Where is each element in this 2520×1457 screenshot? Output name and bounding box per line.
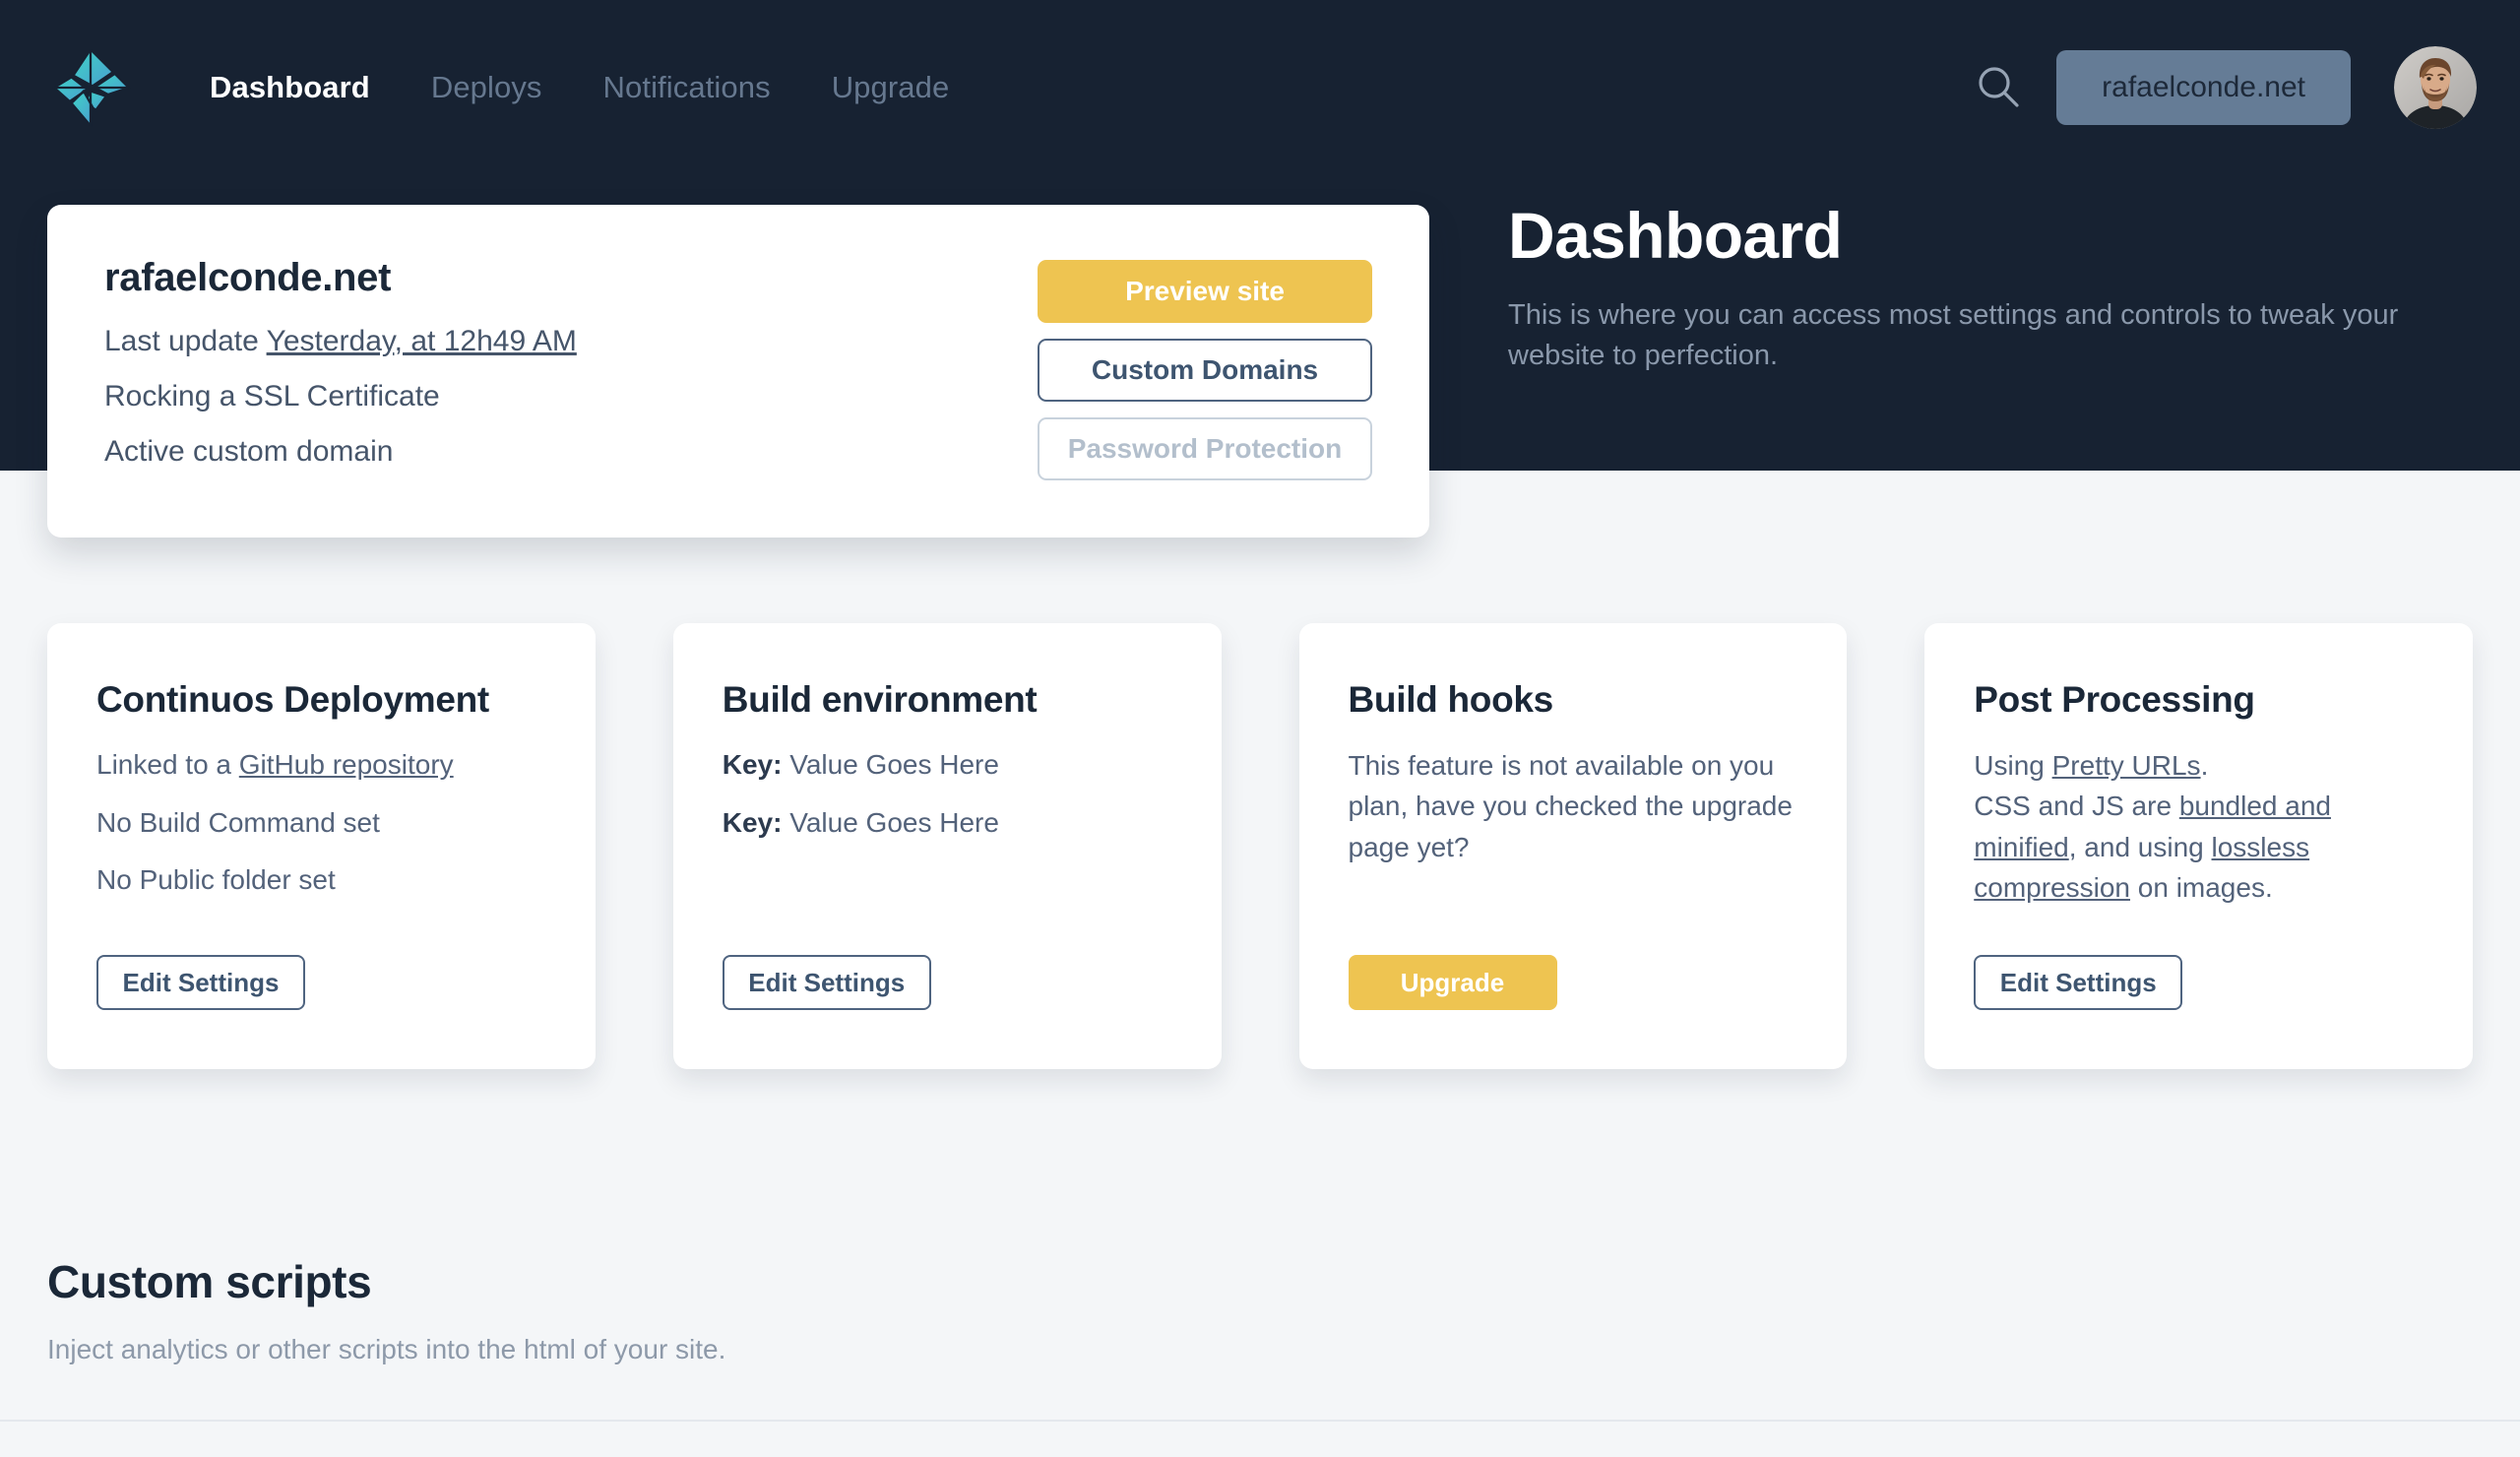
card-build-environment: Build environment Key: Value Goes Here K… bbox=[672, 623, 1222, 1069]
env-var-row: Key: Value Goes Here bbox=[723, 745, 1172, 786]
card-title: Post Processing bbox=[1974, 679, 2255, 720]
avatar[interactable] bbox=[2394, 46, 2477, 129]
build-hooks-message: This feature is not available on you pla… bbox=[1348, 749, 1793, 862]
site-overview-details: rafaelconde.net Last update Yesterday, a… bbox=[104, 256, 1038, 538]
pretty-urls-suffix: . bbox=[2200, 749, 2209, 781]
pretty-urls-line: Using Pretty URLs. bbox=[1974, 745, 2424, 786]
card-title: Build environment bbox=[722, 679, 1038, 720]
nav-item-notifications[interactable]: Notifications bbox=[573, 70, 801, 105]
card-body: Key: Value Goes Here Key: Value Goes Her… bbox=[723, 745, 1172, 1069]
site-overview-actions: Preview site Custom Domains Password Pro… bbox=[1038, 256, 1372, 538]
nav-item-dashboard[interactable]: Dashboard bbox=[179, 70, 401, 105]
ssl-status: Rocking a SSL Certificate bbox=[104, 380, 440, 413]
netlify-diamond-logo-icon[interactable] bbox=[45, 42, 136, 133]
edit-settings-button[interactable]: Edit Settings bbox=[96, 955, 305, 1010]
top-navbar: Dashboard Deploys Notifications Upgrade … bbox=[0, 0, 2520, 175]
custom-scripts-subtitle: Inject analytics or other scripts into t… bbox=[47, 1334, 726, 1364]
card-post-processing: Post Processing Using Pretty URLs. CSS a… bbox=[1924, 623, 2473, 1069]
nav-right-group: rafaelconde.net bbox=[1964, 46, 2477, 129]
password-protection-button: Password Protection bbox=[1038, 417, 1372, 480]
env-key: Key: bbox=[722, 748, 783, 780]
pretty-urls-link[interactable]: Pretty URLs bbox=[2052, 750, 2201, 781]
card-body: This feature is not available on you pla… bbox=[1349, 745, 1798, 1069]
last-update-prefix: Last update bbox=[104, 325, 267, 357]
site-selector-button[interactable]: rafaelconde.net bbox=[2056, 50, 2351, 125]
custom-scripts-title: Custom scripts bbox=[47, 1256, 372, 1307]
preview-site-button[interactable]: Preview site bbox=[1038, 260, 1372, 323]
nav-item-upgrade[interactable]: Upgrade bbox=[801, 70, 980, 105]
pretty-urls-prefix: Using bbox=[1974, 749, 2052, 781]
search-icon[interactable] bbox=[1964, 53, 2033, 122]
card-title: Continuos Deployment bbox=[96, 679, 489, 720]
upgrade-button[interactable]: Upgrade bbox=[1348, 955, 1557, 1010]
hero-text-block: Dashboard This is where you can access m… bbox=[1508, 202, 2453, 376]
card-body: Using Pretty URLs. CSS and JS are bundle… bbox=[1974, 745, 2424, 1069]
linked-repo-line: Linked to a GitHub repository bbox=[96, 745, 546, 786]
page-title: Dashboard bbox=[1508, 199, 1843, 272]
nav-item-deploys[interactable]: Deploys bbox=[401, 70, 573, 105]
github-repository-link[interactable]: GitHub repository bbox=[239, 749, 454, 780]
last-update-link[interactable]: Yesterday, at 12h49 AM bbox=[267, 325, 577, 357]
custom-domain-status: Active custom domain bbox=[104, 435, 394, 469]
build-command-status: No Build Command set bbox=[96, 806, 380, 838]
card-body: Linked to a GitHub repository No Build C… bbox=[96, 745, 546, 1069]
nav-links: Dashboard Deploys Notifications Upgrade bbox=[179, 70, 979, 105]
card-title: Build hooks bbox=[1348, 679, 1554, 720]
section-divider bbox=[0, 1420, 2520, 1422]
last-update-line: Last update Yesterday, at 12h49 AM bbox=[104, 323, 1038, 359]
site-overview-card: rafaelconde.net Last update Yesterday, a… bbox=[47, 205, 1429, 538]
env-var-row: Key: Value Goes Here bbox=[723, 803, 1172, 844]
custom-scripts-section: Custom scripts Inject analytics or other… bbox=[47, 1255, 1425, 1365]
linked-repo-prefix: Linked to a bbox=[96, 748, 239, 780]
page-subtitle: This is where you can access most settin… bbox=[1508, 298, 2399, 371]
env-value: Value Goes Here bbox=[782, 806, 999, 838]
card-build-hooks: Build hooks This feature is not availabl… bbox=[1298, 623, 1848, 1069]
bundling-mid: , and using bbox=[2068, 831, 2212, 862]
env-key: Key: bbox=[722, 806, 783, 838]
bundling-suffix: on images. bbox=[2129, 872, 2273, 903]
feature-cards-row: Continuos Deployment Linked to a GitHub … bbox=[47, 623, 2473, 1069]
site-name: rafaelconde.net bbox=[104, 256, 392, 299]
custom-domains-button[interactable]: Custom Domains bbox=[1038, 339, 1372, 402]
card-continuous-deployment: Continuos Deployment Linked to a GitHub … bbox=[47, 623, 596, 1069]
public-folder-status: No Public folder set bbox=[96, 864, 336, 896]
edit-settings-button[interactable]: Edit Settings bbox=[1974, 955, 2183, 1010]
bundling-prefix: CSS and JS are bbox=[1974, 791, 2179, 822]
bundling-line: CSS and JS are bundled and minified, and… bbox=[1974, 786, 2424, 908]
edit-settings-button[interactable]: Edit Settings bbox=[722, 955, 931, 1010]
env-value: Value Goes Here bbox=[782, 748, 999, 780]
